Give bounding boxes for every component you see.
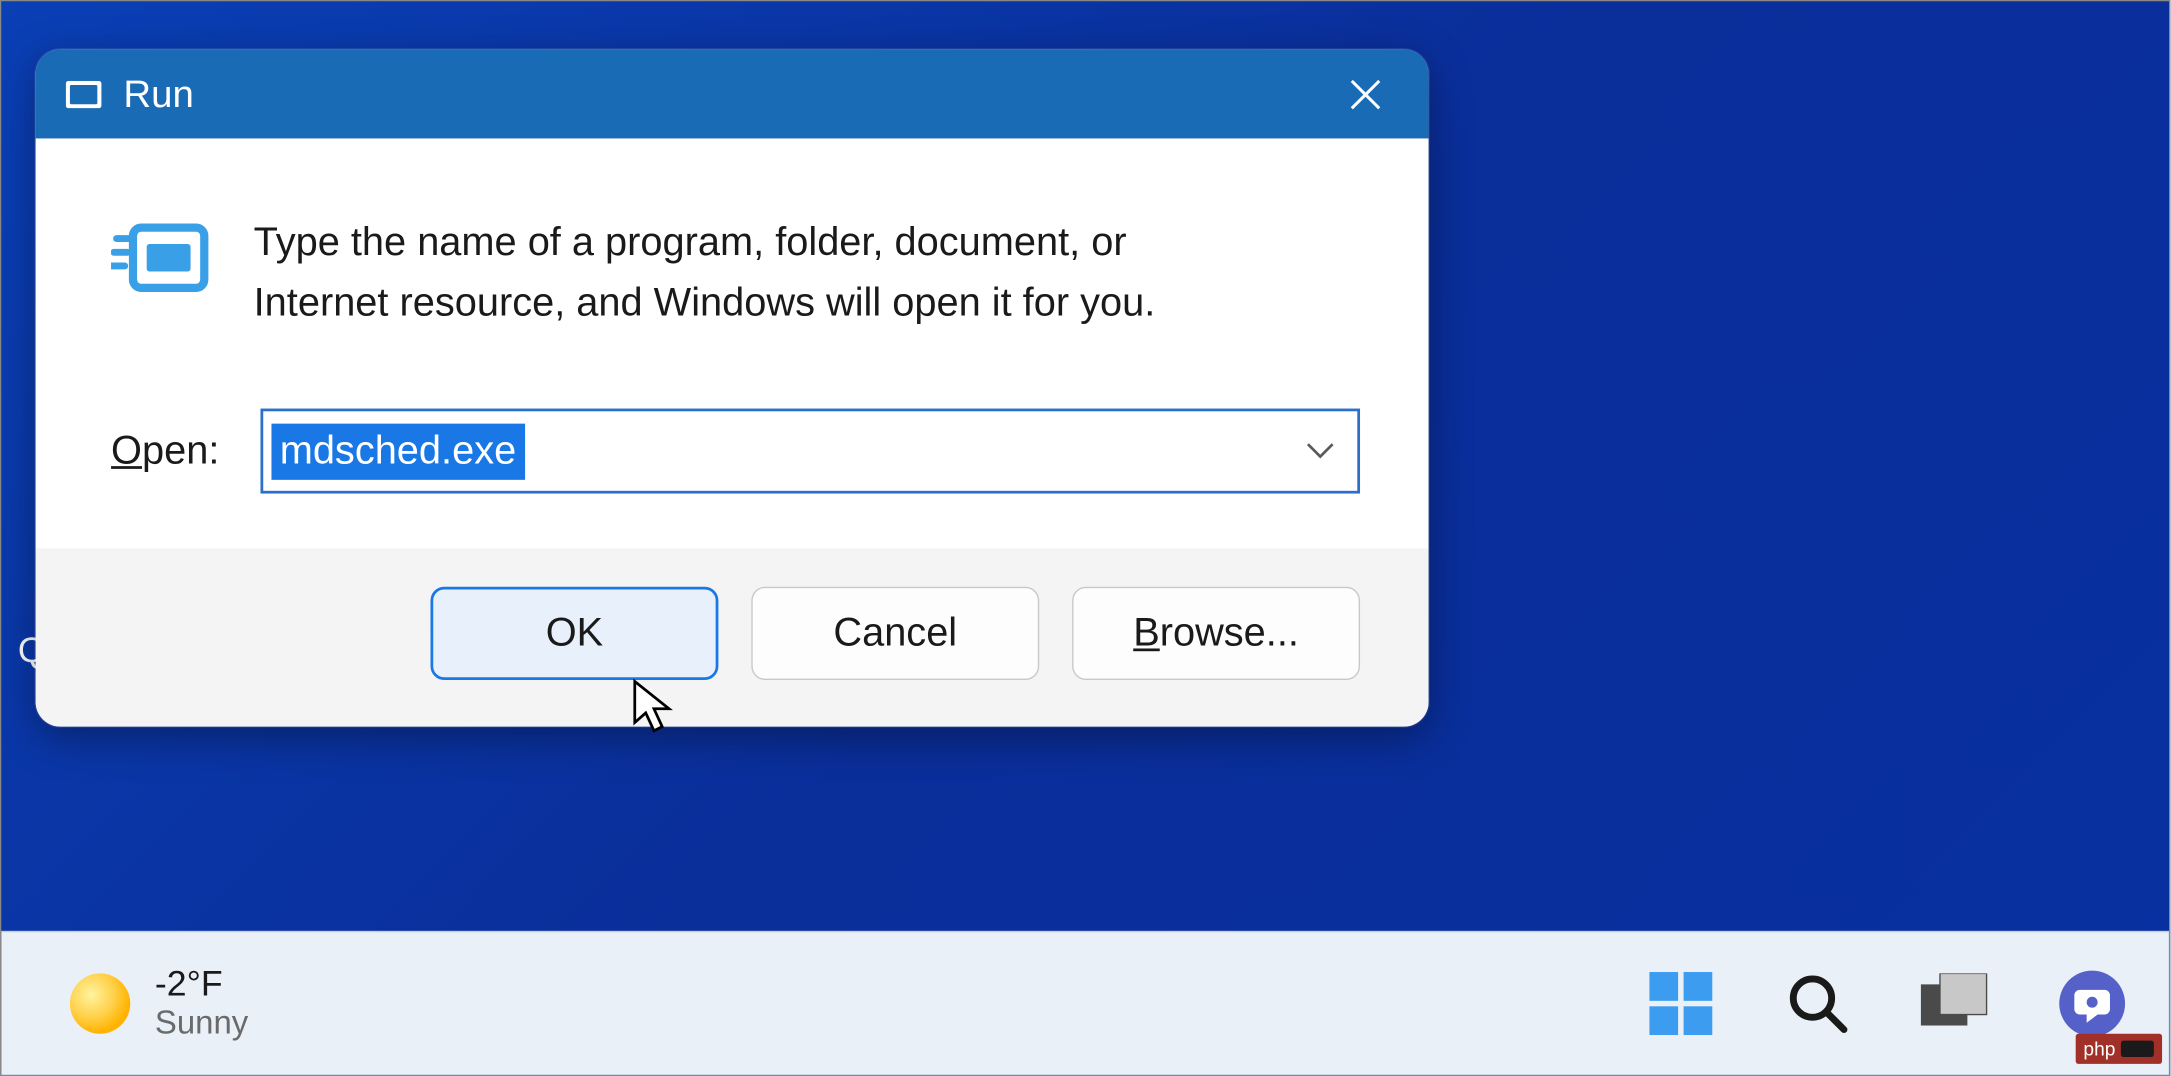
dialog-description: Type the name of a program, folder, docu…	[254, 214, 1269, 333]
browse-button[interactable]: Browse...	[1072, 587, 1360, 680]
cancel-button[interactable]: Cancel	[751, 587, 1039, 680]
run-dialog: Run Type the name of a program, folder, …	[36, 49, 1429, 726]
task-view-button[interactable]	[1919, 968, 1990, 1039]
open-input-value[interactable]: mdsched.exe	[271, 423, 524, 479]
windows-icon	[1649, 972, 1712, 1035]
chat-icon	[2057, 968, 2128, 1039]
chevron-down-icon[interactable]	[1305, 441, 1335, 460]
search-button[interactable]	[1782, 968, 1853, 1039]
dialog-body: Type the name of a program, folder, docu…	[36, 138, 1429, 548]
close-icon	[1348, 76, 1384, 112]
taskbar[interactable]: -2°F Sunny	[1, 931, 2169, 1075]
search-icon	[1786, 972, 1849, 1035]
ok-button-label: OK	[546, 611, 603, 656]
sun-icon	[70, 973, 130, 1033]
open-combobox[interactable]: mdsched.exe	[261, 409, 1361, 494]
open-label: Open:	[111, 428, 219, 473]
dialog-button-bar: OK Cancel Browse...	[36, 548, 1429, 726]
close-button[interactable]	[1327, 64, 1404, 124]
ok-button[interactable]: OK	[430, 587, 718, 680]
task-view-icon	[1921, 973, 1990, 1033]
desktop-background: Q Run	[1, 1, 2169, 1074]
watermark-badge: php	[2075, 1034, 2162, 1064]
start-button[interactable]	[1645, 968, 1716, 1039]
dialog-title: Run	[123, 72, 193, 116]
cancel-button-label: Cancel	[833, 611, 957, 656]
run-title-icon	[66, 80, 102, 107]
weather-widget[interactable]: -2°F Sunny	[70, 964, 248, 1043]
weather-condition: Sunny	[155, 1005, 248, 1043]
titlebar[interactable]: Run	[36, 49, 1429, 138]
chat-button[interactable]	[2057, 968, 2128, 1039]
run-program-icon	[111, 222, 210, 302]
weather-temperature: -2°F	[155, 964, 248, 1005]
browse-button-label: Browse...	[1133, 611, 1299, 656]
